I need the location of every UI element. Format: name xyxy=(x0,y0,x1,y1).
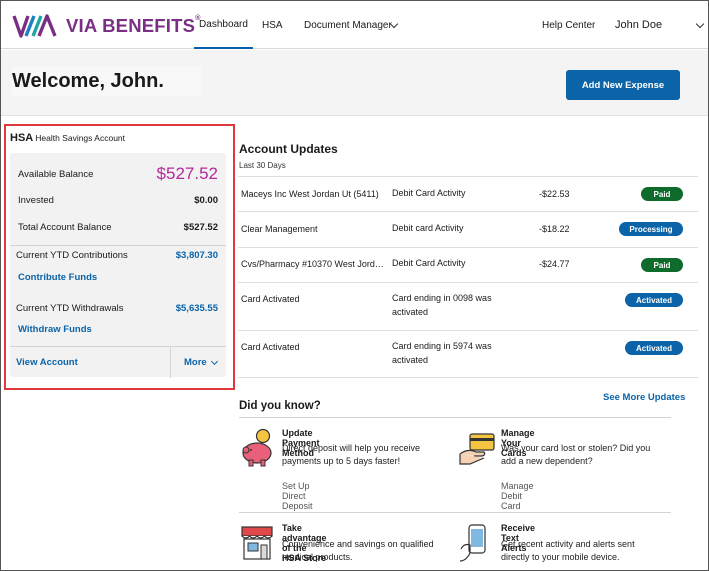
hsa-card-title: HSA Health Savings Account xyxy=(10,132,126,144)
welcome-band: Welcome, John. Add New Expense xyxy=(1,50,708,116)
update-type: Debit Card Activity xyxy=(392,188,466,198)
available-balance-label: Available Balance xyxy=(18,168,94,180)
via-benefits-logo[interactable]: VIA BENEFITS® xyxy=(12,14,201,38)
table-row[interactable]: Maceys Inc West Jordan Ut (5411) Debit C… xyxy=(238,176,698,211)
ytd-contributions-value[interactable]: $3,807.30 xyxy=(176,250,218,261)
more-chevron-down-icon xyxy=(210,357,218,365)
welcome-heading: Welcome, John. xyxy=(12,66,202,96)
tip-body: Get recent activity and alerts sent dire… xyxy=(501,539,635,562)
contribute-funds-link[interactable]: Contribute Funds xyxy=(18,272,97,283)
nav-tab-dashboard[interactable]: Dashboard xyxy=(194,1,253,49)
via-logo-mark-icon xyxy=(12,14,57,38)
table-row[interactable]: Cvs/Pharmacy #10370 West Jord… Debit Car… xyxy=(238,247,698,282)
total-balance-label: Total Account Balance xyxy=(18,222,112,233)
update-amount: -$22.53 xyxy=(539,189,570,199)
manage-debit-card-link[interactable]: Manage Debit Card xyxy=(501,481,534,511)
update-type: Debit Card Activity xyxy=(392,258,466,268)
contribute-funds-row: Contribute Funds xyxy=(18,272,218,283)
status-badge: Activated xyxy=(625,293,683,307)
nav-tab-document-manager[interactable]: Document Manager xyxy=(304,1,392,49)
view-account-link[interactable]: View Account xyxy=(16,357,78,368)
account-updates-period: Last 30 Days xyxy=(239,161,286,170)
update-merchant: Cvs/Pharmacy #10370 West Jord… xyxy=(241,259,384,269)
ytd-withdrawals-label: Current YTD Withdrawals xyxy=(16,303,124,314)
table-row[interactable]: Clear Management Debit card Activity -$1… xyxy=(238,211,698,247)
top-nav-bar: VIA BENEFITS® Dashboard HSA Document Man… xyxy=(1,1,708,49)
tip-body: Direct deposit will help you receive pay… xyxy=(282,443,421,466)
user-menu-chevron-down-icon[interactable] xyxy=(695,1,705,49)
hsa-summary-panel: Available Balance $527.52 Invested $0.00… xyxy=(10,153,226,378)
nav-help-center[interactable]: Help Center xyxy=(542,1,595,49)
nav-tab-hsa[interactable]: HSA xyxy=(262,1,283,49)
did-you-know-divider xyxy=(239,512,671,513)
update-merchant: Card Activated xyxy=(241,342,300,352)
ytd-withdrawals-row: Current YTD Withdrawals $5,635.55 xyxy=(16,303,218,314)
update-merchant: Clear Management xyxy=(241,224,318,234)
tip-body: Convenience and savings on qualified med… xyxy=(282,539,434,562)
total-balance-value: $527.52 xyxy=(183,222,218,233)
status-badge: Paid xyxy=(641,187,683,201)
tip-body: Was your card lost or stolen? Did you ad… xyxy=(501,443,651,466)
withdraw-funds-row: Withdraw Funds xyxy=(18,324,218,335)
status-badge: Processing xyxy=(619,222,683,236)
status-badge: Paid xyxy=(641,258,683,272)
ytd-contributions-row: Current YTD Contributions $3,807.30 xyxy=(16,250,218,261)
document-manager-chevron-down-icon[interactable] xyxy=(389,1,399,49)
update-amount: -$18.22 xyxy=(539,224,570,234)
app-window: VIA BENEFITS® Dashboard HSA Document Man… xyxy=(0,0,709,571)
user-menu[interactable]: John Doe xyxy=(615,1,662,49)
update-type: Debit card Activity xyxy=(392,223,464,233)
update-merchant: Card Activated xyxy=(241,294,300,304)
ytd-withdrawals-value[interactable]: $5,635.55 xyxy=(176,303,218,314)
withdraw-funds-link[interactable]: Withdraw Funds xyxy=(18,324,92,335)
available-balance-value: $527.52 xyxy=(156,164,218,183)
did-you-know-divider xyxy=(239,417,671,418)
status-badge: Activated xyxy=(625,341,683,355)
invested-value: $0.00 xyxy=(194,195,218,206)
more-label: More xyxy=(184,357,207,368)
set-up-direct-deposit-link[interactable]: Set Up Direct Deposit xyxy=(282,481,313,511)
account-updates-heading: Account Updates xyxy=(239,142,338,156)
piggy-bank-icon xyxy=(242,428,272,467)
update-type: Card ending in 0098 was activated xyxy=(392,293,492,317)
total-balance-row: Total Account Balance $527.52 xyxy=(18,222,218,233)
phone-in-hand-icon xyxy=(459,524,486,562)
table-row[interactable]: Card Activated Card ending in 5974 was a… xyxy=(238,330,698,378)
did-you-know-heading: Did you know? xyxy=(239,400,321,412)
update-type: Card ending in 5974 was activated xyxy=(392,341,492,365)
more-menu-button[interactable]: More xyxy=(184,357,218,368)
card-in-hand-icon xyxy=(459,433,495,465)
footer-divider xyxy=(170,347,171,378)
hsa-card-footer: View Account More xyxy=(10,346,226,378)
table-row[interactable]: Card Activated Card ending in 0098 was a… xyxy=(238,282,698,330)
update-merchant: Maceys Inc West Jordan Ut (5411) xyxy=(241,189,379,199)
update-amount: -$24.77 xyxy=(539,259,570,269)
see-more-updates-link[interactable]: See More Updates xyxy=(603,392,685,403)
storefront-icon xyxy=(241,526,273,560)
brand-name: VIA BENEFITS® xyxy=(66,15,201,36)
account-updates-table: Maceys Inc West Jordan Ut (5411) Debit C… xyxy=(238,176,698,378)
ytd-contributions-label: Current YTD Contributions xyxy=(16,250,128,261)
invested-label: Invested xyxy=(18,195,54,206)
available-balance-row: Available Balance $527.52 xyxy=(18,164,218,184)
invested-row: Invested $0.00 xyxy=(18,195,218,206)
panel-divider xyxy=(10,245,226,246)
add-new-expense-button[interactable]: Add New Expense xyxy=(566,70,680,100)
